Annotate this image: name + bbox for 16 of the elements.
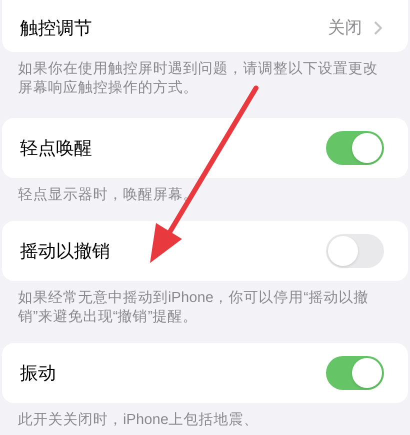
row-label: 摇动以撤销: [20, 240, 110, 262]
row-label: 振动: [20, 362, 56, 384]
settings-row[interactable]: 轻点唤醒: [2, 118, 408, 178]
footer-note: 如果你在使用触控屏时遇到问题，请调整以下设置更改屏幕响应触控操作的方式。: [17, 60, 379, 98]
footer-note: 如果经常无意中摇动到iPhone，你可以停用“摇动以撤销”来避免出现“撤销”提醒。: [17, 289, 370, 327]
toggle-switch[interactable]: [326, 131, 384, 165]
row-value: 关闭: [328, 17, 362, 40]
row-label: 轻点唤醒: [20, 136, 92, 160]
toggle-switch[interactable]: [326, 234, 384, 268]
chevron-icon: [374, 21, 382, 35]
settings-row[interactable]: 振动: [2, 343, 408, 403]
row-label: 触控调节: [20, 16, 92, 40]
settings-row[interactable]: 摇动以撤销: [2, 221, 408, 281]
footer-note: 此开关关闭时，iPhone上包括地震、: [17, 411, 260, 430]
toggle-switch[interactable]: [326, 356, 384, 390]
settings-row[interactable]: 触控调节 关闭: [2, 0, 408, 52]
